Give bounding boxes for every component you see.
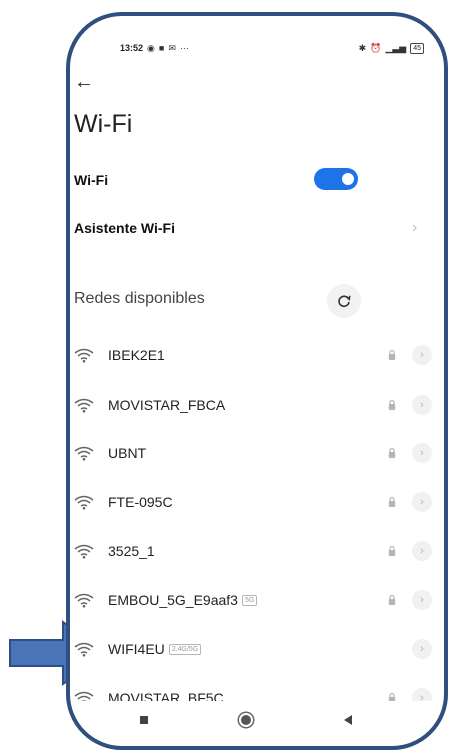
toggle-knob [342, 173, 354, 185]
network-details-button[interactable]: › [412, 443, 432, 463]
chevron-right-icon: › [412, 219, 418, 236]
network-name: IBEK2E1 [108, 347, 165, 363]
band-badge: 5G [241, 594, 258, 606]
lock-icon [388, 399, 396, 410]
network-name: WIFI4EU [108, 641, 165, 657]
more-notifications: ··· [179, 43, 189, 53]
network-item[interactable]: WIFI4EU 2.4G/5G › [74, 634, 436, 664]
status-time: 13:52 [120, 43, 144, 53]
network-details-button[interactable]: › [412, 639, 432, 659]
record-icon: ■ [158, 43, 165, 53]
lock-icon [388, 594, 396, 605]
wifi-toggle-label: Wi-Fi [74, 172, 109, 188]
network-item[interactable]: EMBOU_5G_E9aaf3 5G › [74, 585, 436, 615]
network-name: EMBOU_5G_E9aaf3 [108, 592, 238, 608]
wifi-signal-icon [74, 593, 94, 608]
wifi-signal-icon [74, 398, 94, 413]
battery-icon: 45 [410, 42, 424, 54]
page-title: Wi-Fi [74, 110, 133, 138]
signal-icon: ▁▃▅ [385, 42, 407, 53]
gmail-icon: ✉ [168, 42, 176, 53]
back-arrow-icon[interactable]: ← [74, 72, 94, 92]
network-details-button[interactable]: › [412, 492, 432, 512]
network-item[interactable]: UBNT › [74, 438, 436, 468]
refresh-button[interactable] [327, 284, 361, 318]
network-details-button[interactable]: › [412, 541, 432, 561]
lock-icon [388, 349, 396, 360]
network-name: FTE-095C [108, 494, 173, 510]
wifi-assistant-item[interactable]: Asistente Wi-Fi [74, 220, 175, 236]
network-details-button[interactable]: › [412, 345, 432, 365]
network-item[interactable]: 3525_1 › [74, 536, 436, 566]
network-item[interactable]: IBEK2E1 › [74, 340, 436, 370]
wifi-toggle[interactable] [314, 168, 358, 190]
network-details-button[interactable]: › [412, 395, 432, 415]
back-button[interactable] [344, 715, 352, 725]
lock-icon [388, 496, 396, 507]
network-item[interactable]: FTE-095C › [74, 487, 436, 517]
band-badge: 2.4G/5G [168, 643, 202, 655]
wifi-signal-icon [74, 495, 94, 510]
refresh-icon [338, 295, 351, 308]
network-item[interactable]: MOVISTAR_FBCA › [74, 390, 436, 420]
wifi-signal-icon [74, 348, 94, 363]
network-name: MOVISTAR_FBCA [108, 397, 226, 413]
home-button[interactable] [241, 715, 251, 725]
alarm-icon: ⏰ [370, 42, 382, 53]
network-name: 3525_1 [108, 543, 155, 559]
lock-icon [388, 545, 396, 556]
network-details-button[interactable]: › [412, 590, 432, 610]
camera-icon: ◉ [147, 42, 155, 53]
network-name: UBNT [108, 445, 147, 461]
wifi-signal-icon [74, 642, 94, 657]
recents-button[interactable] [140, 716, 148, 724]
wifi-signal-icon [74, 544, 94, 559]
available-networks-title: Redes disponibles [74, 290, 205, 307]
navigation-bar [130, 710, 380, 730]
wifi-signal-icon [74, 446, 94, 461]
lock-icon [388, 447, 396, 458]
status-bar: 13:52 ◉ ■ ✉ ··· ✱ ⏰ ▁▃▅ 45 [120, 40, 424, 56]
bluetooth-icon: ✱ [358, 42, 367, 53]
